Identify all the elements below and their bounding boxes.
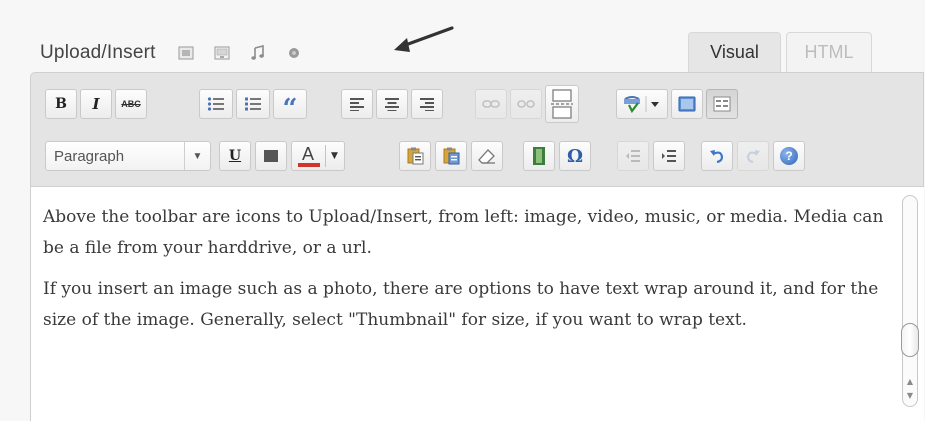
italic-icon: I — [92, 95, 100, 113]
film-icon — [533, 147, 545, 165]
tab-visual[interactable]: Visual — [688, 32, 781, 72]
spellcheck-button[interactable] — [616, 89, 668, 119]
outdent-icon — [626, 150, 640, 162]
paste-text-icon — [407, 147, 424, 165]
fullscreen-button[interactable] — [671, 89, 703, 119]
scrollbar-thumb[interactable] — [901, 323, 919, 357]
align-center-icon — [385, 98, 399, 111]
paste-from-word-button[interactable] — [435, 141, 467, 171]
format-select[interactable]: Paragraph ▼ — [45, 141, 211, 171]
bold-icon: B — [55, 96, 67, 112]
scrollbar-track[interactable] — [902, 195, 918, 407]
blockquote-icon: “ — [282, 94, 298, 124]
text-color-button[interactable]: A ▼ — [291, 141, 345, 171]
text-color-bar — [298, 163, 321, 167]
editor-text[interactable]: Above the toolbar are icons to Upload/In… — [43, 202, 893, 346]
strikethrough-icon: ABC — [121, 99, 141, 109]
insert-more-tag-button[interactable] — [545, 85, 579, 123]
bold-button[interactable]: B — [45, 89, 77, 119]
upload-insert-label: Upload/Insert — [40, 42, 156, 63]
align-right-button[interactable] — [411, 89, 443, 119]
special-character-button[interactable]: Ω — [559, 141, 591, 171]
content-paragraph: If you insert an image such as a photo, … — [43, 279, 879, 330]
editor-toolbar: B I ABC “ Paragraph ▼ U A ▼ Ω ? — [30, 72, 924, 186]
link-icon — [482, 100, 500, 108]
strikethrough-button[interactable]: ABC — [115, 89, 147, 119]
justify-button[interactable] — [255, 141, 287, 171]
content-paragraph: Above the toolbar are icons to Upload/In… — [43, 207, 884, 258]
format-select-value: Paragraph — [54, 147, 125, 165]
underline-button[interactable]: U — [219, 141, 251, 171]
undo-icon — [710, 150, 724, 164]
fullscreen-icon — [678, 96, 696, 112]
numbered-list-icon — [245, 97, 261, 111]
chevron-down-icon: ▼ — [184, 142, 210, 170]
more-tag-icon — [551, 89, 573, 119]
tab-html[interactable]: HTML — [786, 32, 872, 72]
help-button[interactable]: ? — [773, 141, 805, 171]
justify-icon — [264, 150, 278, 162]
editor-content[interactable]: Above the toolbar are icons to Upload/In… — [30, 186, 924, 421]
add-media-icon[interactable] — [284, 43, 304, 63]
chevron-down-icon: ▼ — [331, 151, 338, 161]
align-right-icon — [420, 98, 434, 111]
indent-icon — [662, 150, 676, 162]
omega-icon: Ω — [566, 145, 584, 167]
redo-icon — [746, 150, 760, 164]
kitchen-sink-icon — [713, 96, 731, 112]
redo-button[interactable] — [737, 141, 769, 171]
add-audio-icon[interactable] — [248, 43, 268, 63]
paste-word-icon — [443, 147, 460, 165]
align-center-button[interactable] — [376, 89, 408, 119]
unlink-button[interactable] — [510, 89, 542, 119]
bulleted-list-button[interactable] — [199, 89, 233, 119]
insert-media-button[interactable] — [523, 141, 555, 171]
paste-as-text-button[interactable] — [399, 141, 431, 171]
text-color-icon: A — [298, 144, 321, 168]
scroll-up-icon[interactable]: ▲ — [904, 377, 916, 387]
help-icon: ? — [780, 147, 798, 165]
bulleted-list-icon — [207, 97, 224, 111]
eraser-icon — [478, 149, 495, 164]
blockquote-button[interactable]: “ — [273, 89, 307, 124]
annotation-arrow-icon — [394, 26, 454, 52]
indent-button[interactable] — [653, 141, 685, 171]
spellcheck-icon — [624, 96, 659, 113]
vertical-scrollbar[interactable]: ▲ ▼ — [896, 187, 924, 421]
add-image-icon[interactable] — [176, 43, 196, 63]
text-color-letter: A — [302, 144, 315, 164]
help-icon-glyph: ? — [785, 149, 793, 163]
remove-formatting-button[interactable] — [471, 141, 503, 171]
upload-insert-bar: Upload/Insert — [40, 38, 320, 68]
add-video-icon[interactable] — [212, 43, 232, 63]
kitchen-sink-button[interactable] — [706, 89, 738, 119]
numbered-list-button[interactable] — [236, 89, 270, 119]
unlink-icon — [517, 100, 535, 108]
align-left-button[interactable] — [341, 89, 373, 119]
italic-button[interactable]: I — [80, 89, 112, 119]
insert-link-button[interactable] — [475, 89, 507, 119]
text-color-divider — [325, 145, 327, 167]
scroll-down-icon[interactable]: ▼ — [904, 391, 916, 401]
undo-button[interactable] — [701, 141, 733, 171]
align-left-icon — [350, 98, 364, 111]
underline-icon: U — [228, 148, 242, 164]
outdent-button[interactable] — [617, 141, 649, 171]
